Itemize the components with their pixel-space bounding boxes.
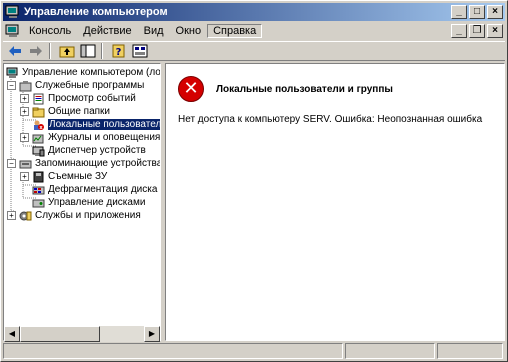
tree-item-label: Диспетчер устройств — [48, 145, 146, 156]
menu-bar: Консоль Действие Вид Окно Справка _ ❐ × — [3, 22, 505, 40]
error-title: Локальные пользователи и группы — [216, 84, 393, 95]
status-panel-main — [3, 343, 343, 359]
mmc-icon[interactable] — [5, 24, 21, 38]
tree-item-label: Службы и приложения — [35, 210, 141, 221]
tree-item-label: Съемные ЗУ — [48, 171, 108, 182]
expand-icon[interactable]: + — [7, 211, 16, 220]
toolbar-separator — [49, 43, 51, 59]
minimize-button[interactable]: _ — [451, 5, 467, 19]
help-icon[interactable]: ? — [110, 43, 128, 59]
toolbar: ? — [3, 41, 505, 61]
tree-item[interactable]: + Общие папки — [20, 105, 110, 118]
computer-icon — [6, 67, 19, 79]
window-title: Управление компьютером — [24, 6, 168, 18]
device-manager-icon — [32, 145, 45, 157]
scroll-right-icon[interactable]: ▶ — [144, 326, 160, 342]
forward-icon[interactable] — [27, 43, 45, 59]
tree-item[interactable]: + Съемные ЗУ — [20, 170, 107, 183]
tools-icon — [19, 80, 32, 92]
expand-icon[interactable]: + — [20, 172, 29, 181]
collapse-icon[interactable]: − — [7, 81, 16, 90]
disk-management-icon — [32, 197, 45, 209]
tree-item-label: Журналы и оповещения пр — [48, 132, 161, 143]
storage-icon — [19, 158, 32, 170]
event-viewer-icon — [32, 93, 45, 105]
back-icon[interactable] — [6, 43, 24, 59]
local-users-error-icon: x — [32, 119, 45, 131]
tree-item-label: Управление дисками — [48, 197, 146, 208]
tree-item[interactable]: x Локальные пользователи — [20, 118, 160, 131]
child-window-controls: _ ❐ × — [449, 24, 503, 38]
menu-view[interactable]: Вид — [138, 25, 170, 37]
scrollbar-track[interactable] — [100, 326, 144, 342]
error-message: Нет доступа к компьютеру SERV. Ошибка: Н… — [178, 114, 483, 125]
scrollbar-thumb[interactable] — [20, 326, 100, 342]
details-pane: ✕ Локальные пользователи и группы Нет до… — [165, 63, 505, 341]
tree-item-label: Просмотр событий — [48, 93, 136, 104]
menu-action[interactable]: Действие — [77, 25, 137, 37]
maximize-button[interactable]: □ — [469, 5, 485, 19]
tree-horizontal-scrollbar[interactable]: ◀ ▶ — [4, 326, 160, 342]
tree-item[interactable]: Дефрагментация диска — [20, 183, 157, 196]
svg-text:?: ? — [116, 47, 122, 58]
logs-alerts-icon — [32, 132, 45, 144]
status-panel-3 — [437, 343, 503, 359]
scroll-left-icon[interactable]: ◀ — [4, 326, 20, 342]
services-apps-icon — [19, 210, 32, 222]
console-tree[interactable]: Управление компьютером (локаль−Служебные… — [3, 63, 161, 341]
show-hide-tree-icon[interactable] — [79, 43, 97, 59]
tree-item[interactable]: − Запоминающие устройства — [7, 157, 161, 170]
child-restore-button[interactable]: ❐ — [469, 24, 485, 38]
title-bar[interactable]: Управление компьютером _ □ × — [3, 3, 505, 21]
toolbar-separator — [101, 43, 103, 59]
menu-help[interactable]: Справка — [207, 24, 263, 38]
menu-console[interactable]: Консоль — [23, 25, 77, 37]
expand-icon[interactable]: + — [20, 107, 29, 116]
child-close-button[interactable]: × — [487, 24, 503, 38]
collapse-icon[interactable]: − — [7, 159, 16, 168]
tree-item[interactable]: + Службы и приложения — [7, 209, 141, 222]
expand-icon[interactable]: + — [20, 94, 29, 103]
shared-folders-icon — [32, 106, 45, 118]
expand-icon[interactable]: + — [20, 133, 29, 142]
child-minimize-button[interactable]: _ — [451, 24, 467, 38]
window-controls: _ □ × — [449, 5, 503, 19]
tree-item-label: Управление компьютером (локаль — [22, 67, 161, 78]
tree-item-label: Локальные пользователи — [48, 119, 160, 130]
defrag-icon — [32, 184, 45, 196]
tree-item-label: Служебные программы — [35, 80, 145, 91]
up-folder-icon[interactable] — [58, 43, 76, 59]
status-panel-2 — [345, 343, 435, 359]
tree-item[interactable]: − Служебные программы — [7, 79, 144, 92]
tree-item-label: Общие папки — [48, 106, 111, 117]
properties-icon[interactable] — [131, 43, 149, 59]
menu-window[interactable]: Окно — [170, 25, 208, 37]
tree-item[interactable]: + Журналы и оповещения пр — [20, 131, 161, 144]
removable-storage-icon — [32, 171, 45, 183]
status-bar — [3, 343, 505, 360]
app-window: Управление компьютером _ □ × Консоль Дей… — [0, 0, 508, 362]
tree-item[interactable]: + Просмотр событий — [20, 92, 136, 105]
close-button[interactable]: × — [487, 5, 503, 19]
tree-item-label: Запоминающие устройства — [35, 158, 161, 169]
computer-management-icon — [5, 5, 21, 19]
tree-item-label: Дефрагментация диска — [48, 184, 158, 195]
tree-item[interactable]: Управление дисками — [20, 196, 145, 209]
tree-item[interactable]: Диспетчер устройств — [20, 144, 146, 157]
tree-item[interactable]: Управление компьютером (локаль — [6, 66, 161, 79]
error-x-icon: ✕ — [178, 76, 204, 102]
